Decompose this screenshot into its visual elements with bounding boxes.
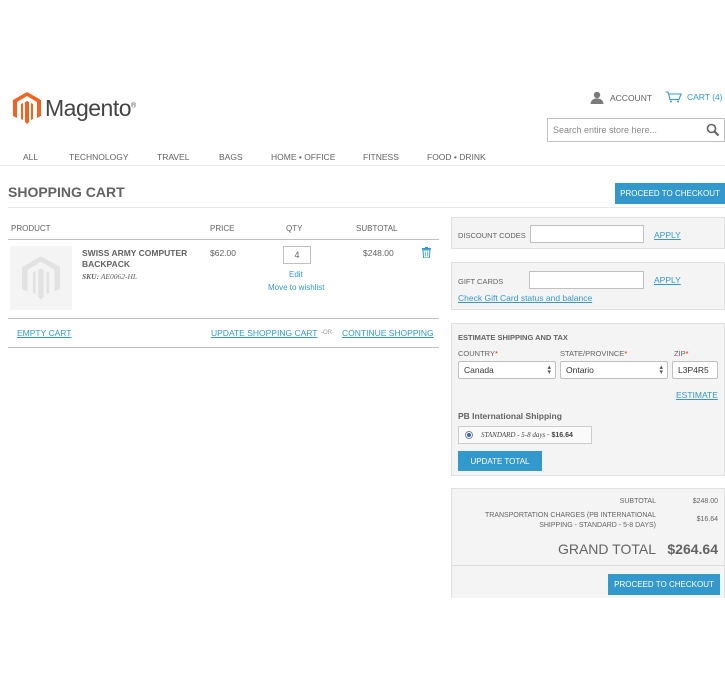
account-label: ACCOUNT	[610, 92, 653, 103]
divider	[8, 207, 725, 208]
state-label: STATE/PROVINCE*	[560, 349, 628, 358]
discount-apply-link[interactable]: APPLY	[654, 230, 681, 240]
nav-item-technology[interactable]: TECHNOLOGY	[69, 152, 129, 162]
subtotal-value: $248.00	[692, 498, 718, 505]
magento-logo[interactable]: Magento®	[13, 91, 136, 125]
item-subtotal: $248.00	[363, 248, 394, 258]
move-to-wishlist-link[interactable]: Move to wishlist	[268, 283, 324, 292]
shipping-option[interactable]: STANDARD - 5-8 days - $16.64	[458, 426, 592, 444]
gift-card-input[interactable]	[529, 271, 644, 289]
cart-label: CART (4)	[687, 92, 723, 102]
product-placeholder-icon	[22, 256, 60, 300]
totals-panel: SUBTOTAL $248.00 TRANSPORTATION CHARGES …	[451, 488, 725, 598]
edit-item-link[interactable]: Edit	[289, 270, 303, 279]
product-price: $62.00	[210, 248, 236, 258]
or-separator: -OR-	[321, 330, 334, 336]
zip-value: L3P4R5	[678, 365, 709, 375]
cart-link[interactable]: CART (4)	[665, 91, 723, 103]
shipping-option-label: STANDARD - 5-8 days - $16.64	[481, 431, 573, 439]
gift-cards-label: GIFT CARDS	[458, 277, 504, 286]
state-value: Ontario	[566, 365, 594, 375]
country-select[interactable]: Canada ▴ ▾	[458, 361, 556, 379]
nav-item-travel[interactable]: TRAVEL	[157, 152, 189, 162]
discount-label: DISCOUNT CODES	[458, 231, 526, 240]
update-total-button[interactable]: UPDATE TOTAL	[458, 451, 542, 471]
search-box	[547, 118, 725, 142]
nav-item-bags[interactable]: BAGS	[219, 152, 243, 162]
trash-icon[interactable]	[422, 247, 431, 258]
cart-icon	[665, 91, 682, 103]
check-gift-card-link[interactable]: Check Gift Card status and balance	[458, 293, 592, 303]
proceed-to-checkout-bottom-button[interactable]: PROCEED TO CHECKOUT	[608, 574, 720, 595]
product-name[interactable]: SWISS ARMY COMPUTER BACKPACK	[82, 248, 197, 270]
shipping-method-title: PB International Shipping	[458, 411, 562, 421]
subtotal-label: SUBTOTAL	[619, 498, 656, 505]
page-title: SHOPPING CART	[8, 184, 125, 200]
empty-cart-link[interactable]: EMPTY CART	[17, 328, 71, 338]
transport-label: TRANSPORTATION CHARGES (PB INTERNATIONAL…	[484, 512, 656, 529]
nav-item-fitness[interactable]: FITNESS	[363, 152, 399, 162]
gift-cards-panel: GIFT CARDS APPLY Check Gift Card status …	[451, 262, 725, 310]
grand-total-label: GRAND TOTAL	[557, 541, 656, 557]
nav-item-food-drink[interactable]: FOOD • DRINK	[427, 152, 486, 162]
estimate-shipping-panel: ESTIMATE SHIPPING AND TAX COUNTRY* Canad…	[451, 323, 725, 476]
zip-input[interactable]: L3P4R5	[672, 361, 718, 379]
nav-item-home-office[interactable]: HOME • OFFICE	[271, 152, 335, 162]
gift-card-apply-link[interactable]: APPLY	[654, 275, 681, 285]
grand-total-value: $264.64	[667, 541, 718, 557]
search-icon[interactable]	[706, 123, 720, 137]
discount-code-input[interactable]	[530, 225, 644, 243]
country-value: Canada	[464, 365, 494, 375]
transport-value: $16.64	[696, 516, 718, 523]
update-shopping-cart-link[interactable]: UPDATE SHOPPING CART	[211, 328, 317, 338]
table-divider	[8, 347, 439, 348]
column-header-product: PRODUCT	[11, 224, 51, 233]
estimate-link[interactable]: ESTIMATE	[676, 390, 718, 400]
product-sku: SKU: AE0062-HL	[82, 272, 138, 281]
table-divider	[8, 239, 439, 240]
totals-divider	[452, 565, 725, 566]
radio-button[interactable]	[465, 431, 473, 439]
magento-logo-icon	[13, 92, 41, 124]
state-select[interactable]: Ontario ▴ ▾	[560, 361, 668, 379]
product-thumbnail[interactable]	[10, 246, 72, 310]
logo-text: Magento®	[45, 94, 136, 121]
main-nav: ALL TECHNOLOGY TRAVEL BAGS HOME • OFFICE…	[0, 146, 725, 166]
estimate-title: ESTIMATE SHIPPING AND TAX	[458, 333, 568, 342]
zip-label: ZIP*	[674, 349, 689, 358]
select-arrows-icon: ▴ ▾	[659, 364, 663, 376]
column-header-subtotal: SUBTOTAL	[356, 224, 398, 233]
table-divider	[8, 318, 439, 319]
country-label: COUNTRY*	[458, 349, 498, 358]
account-link[interactable]: ACCOUNT	[590, 91, 652, 104]
column-header-price: PRICE	[210, 224, 235, 233]
nav-item-all[interactable]: ALL	[23, 152, 38, 162]
quantity-input[interactable]	[283, 246, 311, 264]
select-arrows-icon: ▴ ▾	[547, 364, 551, 376]
continue-shopping-link[interactable]: CONTINUE SHOPPING	[342, 328, 434, 338]
proceed-to-checkout-button[interactable]: PROCEED TO CHECKOUT	[615, 183, 725, 204]
user-icon	[590, 91, 604, 104]
discount-panel: DISCOUNT CODES APPLY	[451, 217, 725, 249]
search-input[interactable]	[553, 125, 701, 135]
column-header-qty: QTY	[286, 224, 303, 233]
